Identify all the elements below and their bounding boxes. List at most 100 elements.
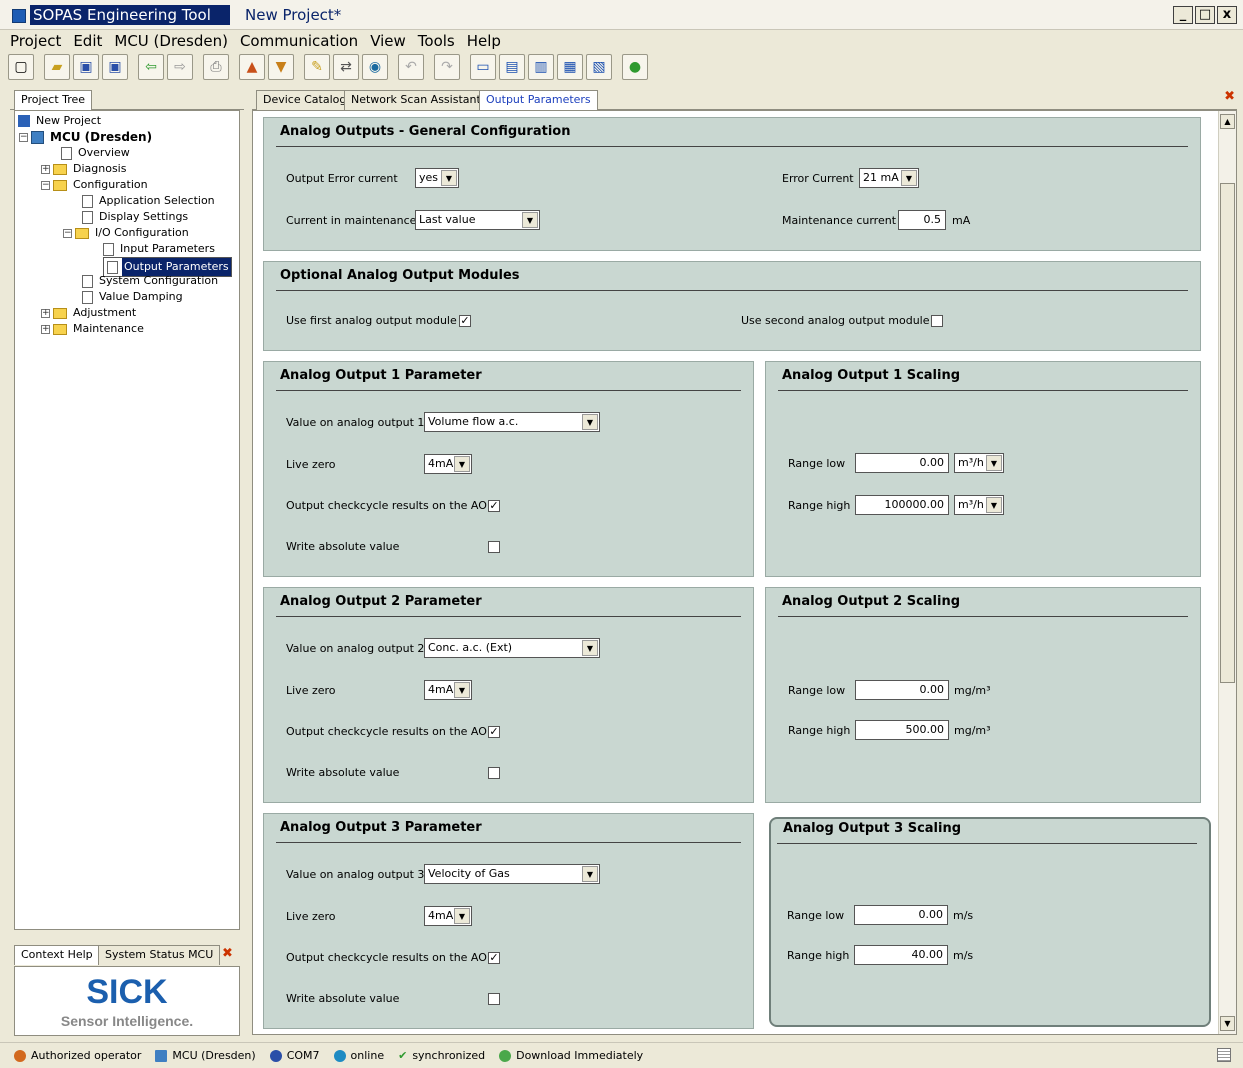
print-icon[interactable]: ⎙ <box>203 54 229 80</box>
back-icon[interactable]: ⇦ <box>138 54 164 80</box>
chevron-down-icon: ▼ <box>582 866 598 882</box>
tab-project-tree[interactable]: Project Tree <box>14 90 93 110</box>
menu-help[interactable]: Help <box>467 32 501 50</box>
ao3-live-zero-select[interactable]: 4mA ▼ <box>424 906 472 926</box>
expand-icon[interactable]: + <box>41 164 50 174</box>
ao1-range-high-unit-select[interactable]: m³/h ▼ <box>954 495 1004 515</box>
tree-maintenance[interactable]: + Maintenance <box>41 321 146 337</box>
close-button[interactable]: x <box>1217 6 1237 24</box>
tree-configuration[interactable]: − Configuration <box>41 177 150 193</box>
menu-view[interactable]: View <box>370 32 406 50</box>
value-on-output-label: Value on analog output 3 <box>286 868 425 881</box>
ao3-range-low-input[interactable]: 0.00 <box>854 905 948 925</box>
tab-device-catalog[interactable]: Device Catalog <box>256 90 354 110</box>
tree-system-configuration[interactable]: System Configuration <box>82 273 220 289</box>
ao1-range-low-input[interactable]: 0.00 <box>855 453 949 473</box>
layout-3-icon[interactable]: ▥ <box>528 54 554 80</box>
close-icon[interactable]: ✖ <box>1224 89 1235 104</box>
use-second-module-checkbox[interactable] <box>931 315 943 327</box>
collapse-icon[interactable]: − <box>63 228 72 238</box>
tree-diagnosis[interactable]: + Diagnosis <box>41 161 128 177</box>
scroll-thumb[interactable] <box>1220 183 1235 683</box>
current-in-maintenance-select[interactable]: Last value ▼ <box>415 210 540 230</box>
ao1-scaling-panel: Analog Output 1 Scaling Range low 0.00 m… <box>765 361 1201 577</box>
tree-overview[interactable]: Overview <box>61 145 132 161</box>
forward-icon[interactable]: ⇨ <box>167 54 193 80</box>
menu-device[interactable]: MCU (Dresden) <box>114 32 228 50</box>
tree-root[interactable]: New Project <box>18 113 103 129</box>
ao1-range-low-unit-select[interactable]: m³/h ▼ <box>954 453 1004 473</box>
checkcycle-label: Output checkcycle results on the AO <box>286 725 487 738</box>
collapse-icon[interactable]: − <box>19 132 28 142</box>
tab-system-status[interactable]: System Status MCU <box>98 945 221 965</box>
tree-value-damping[interactable]: Value Damping <box>82 289 185 305</box>
maximize-button[interactable]: □ <box>1195 6 1215 24</box>
chevron-down-icon: ▼ <box>441 170 457 186</box>
ao1-checkcycle-checkbox[interactable]: ✓ <box>488 500 500 512</box>
collapse-icon[interactable]: − <box>41 180 50 190</box>
help-icon[interactable]: ● <box>622 54 648 80</box>
edit-icon[interactable]: ✎ <box>304 54 330 80</box>
tree-application-selection[interactable]: Application Selection <box>82 193 217 209</box>
device-upload-icon[interactable]: ▲ <box>239 54 265 80</box>
use-second-module-label: Use second analog output module <box>741 314 930 327</box>
ao1-value-select[interactable]: Volume flow a.c. ▼ <box>424 412 600 432</box>
ao2-value-select[interactable]: Conc. a.c. (Ext) ▼ <box>424 638 600 658</box>
expand-icon[interactable]: + <box>41 324 50 334</box>
ao2-live-zero-select[interactable]: 4mA ▼ <box>424 680 472 700</box>
ao2-checkcycle-checkbox[interactable]: ✓ <box>488 726 500 738</box>
tree-adjustment[interactable]: + Adjustment <box>41 305 138 321</box>
use-first-module-checkbox[interactable]: ✓ <box>459 315 471 327</box>
device-download-icon[interactable]: ▼ <box>268 54 294 80</box>
tree-io-configuration[interactable]: − I/O Configuration <box>63 225 191 241</box>
page-icon <box>82 290 93 304</box>
folder-icon <box>53 179 67 191</box>
layout-4-icon[interactable]: ▦ <box>557 54 583 80</box>
tree-device[interactable]: − MCU (Dresden) <box>19 129 154 145</box>
scroll-down-icon[interactable]: ▼ <box>1220 1016 1235 1031</box>
menu-project[interactable]: Project <box>10 32 61 50</box>
error-current-select[interactable]: 21 mA ▼ <box>859 168 919 188</box>
maintenance-current-input[interactable]: 0.5 <box>898 210 946 230</box>
connect-icon[interactable]: ⇄ <box>333 54 359 80</box>
save-all-icon[interactable]: ▣ <box>102 54 128 80</box>
ao3-write-absolute-checkbox[interactable] <box>488 993 500 1005</box>
undo-icon[interactable]: ↶ <box>398 54 424 80</box>
layout-5-icon[interactable]: ▧ <box>586 54 612 80</box>
layout-1-icon[interactable]: ▭ <box>470 54 496 80</box>
tab-network-scan[interactable]: Network Scan Assistant <box>344 90 488 110</box>
open-folder-icon[interactable]: ▰ <box>44 54 70 80</box>
output-error-current-select[interactable]: yes ▼ <box>415 168 459 188</box>
list-icon[interactable] <box>1217 1048 1231 1062</box>
menu-communication[interactable]: Communication <box>240 32 358 50</box>
close-icon[interactable]: ✖ <box>222 946 233 961</box>
ao1-live-zero-select[interactable]: 4mA ▼ <box>424 454 472 474</box>
ao2-range-low-input[interactable]: 0.00 <box>855 680 949 700</box>
menu-tools[interactable]: Tools <box>418 32 455 50</box>
expand-icon[interactable]: + <box>41 308 50 318</box>
scroll-up-icon[interactable]: ▲ <box>1220 114 1235 129</box>
tab-output-parameters[interactable]: Output Parameters <box>479 90 598 110</box>
ao1-write-absolute-checkbox[interactable] <box>488 541 500 553</box>
ao2-range-high-input[interactable]: 500.00 <box>855 720 949 740</box>
ao2-write-absolute-checkbox[interactable] <box>488 767 500 779</box>
ao3-value-select[interactable]: Velocity of Gas ▼ <box>424 864 600 884</box>
range-low-label: Range low <box>788 457 846 470</box>
ao3-range-high-input[interactable]: 40.00 <box>854 945 948 965</box>
redo-icon[interactable]: ↷ <box>434 54 460 80</box>
tree-input-parameters[interactable]: Input Parameters <box>103 241 217 257</box>
ao3-checkcycle-checkbox[interactable]: ✓ <box>488 952 500 964</box>
menu-bar: Project Edit MCU (Dresden) Communication… <box>0 30 1243 52</box>
tab-context-help[interactable]: Context Help <box>14 945 100 965</box>
new-icon[interactable]: ▢ <box>8 54 34 80</box>
save-icon[interactable]: ▣ <box>73 54 99 80</box>
status-port: COM7 <box>286 1049 320 1062</box>
ao1-range-high-input[interactable]: 100000.00 <box>855 495 949 515</box>
vertical-scrollbar[interactable]: ▲ ▼ <box>1218 111 1236 1034</box>
layout-2-icon[interactable]: ▤ <box>499 54 525 80</box>
tree-display-settings[interactable]: Display Settings <box>82 209 190 225</box>
panel-title: Analog Output 1 Parameter <box>280 368 482 383</box>
menu-edit[interactable]: Edit <box>73 32 102 50</box>
minimize-button[interactable]: _ <box>1173 6 1193 24</box>
scan-icon[interactable]: ◉ <box>362 54 388 80</box>
